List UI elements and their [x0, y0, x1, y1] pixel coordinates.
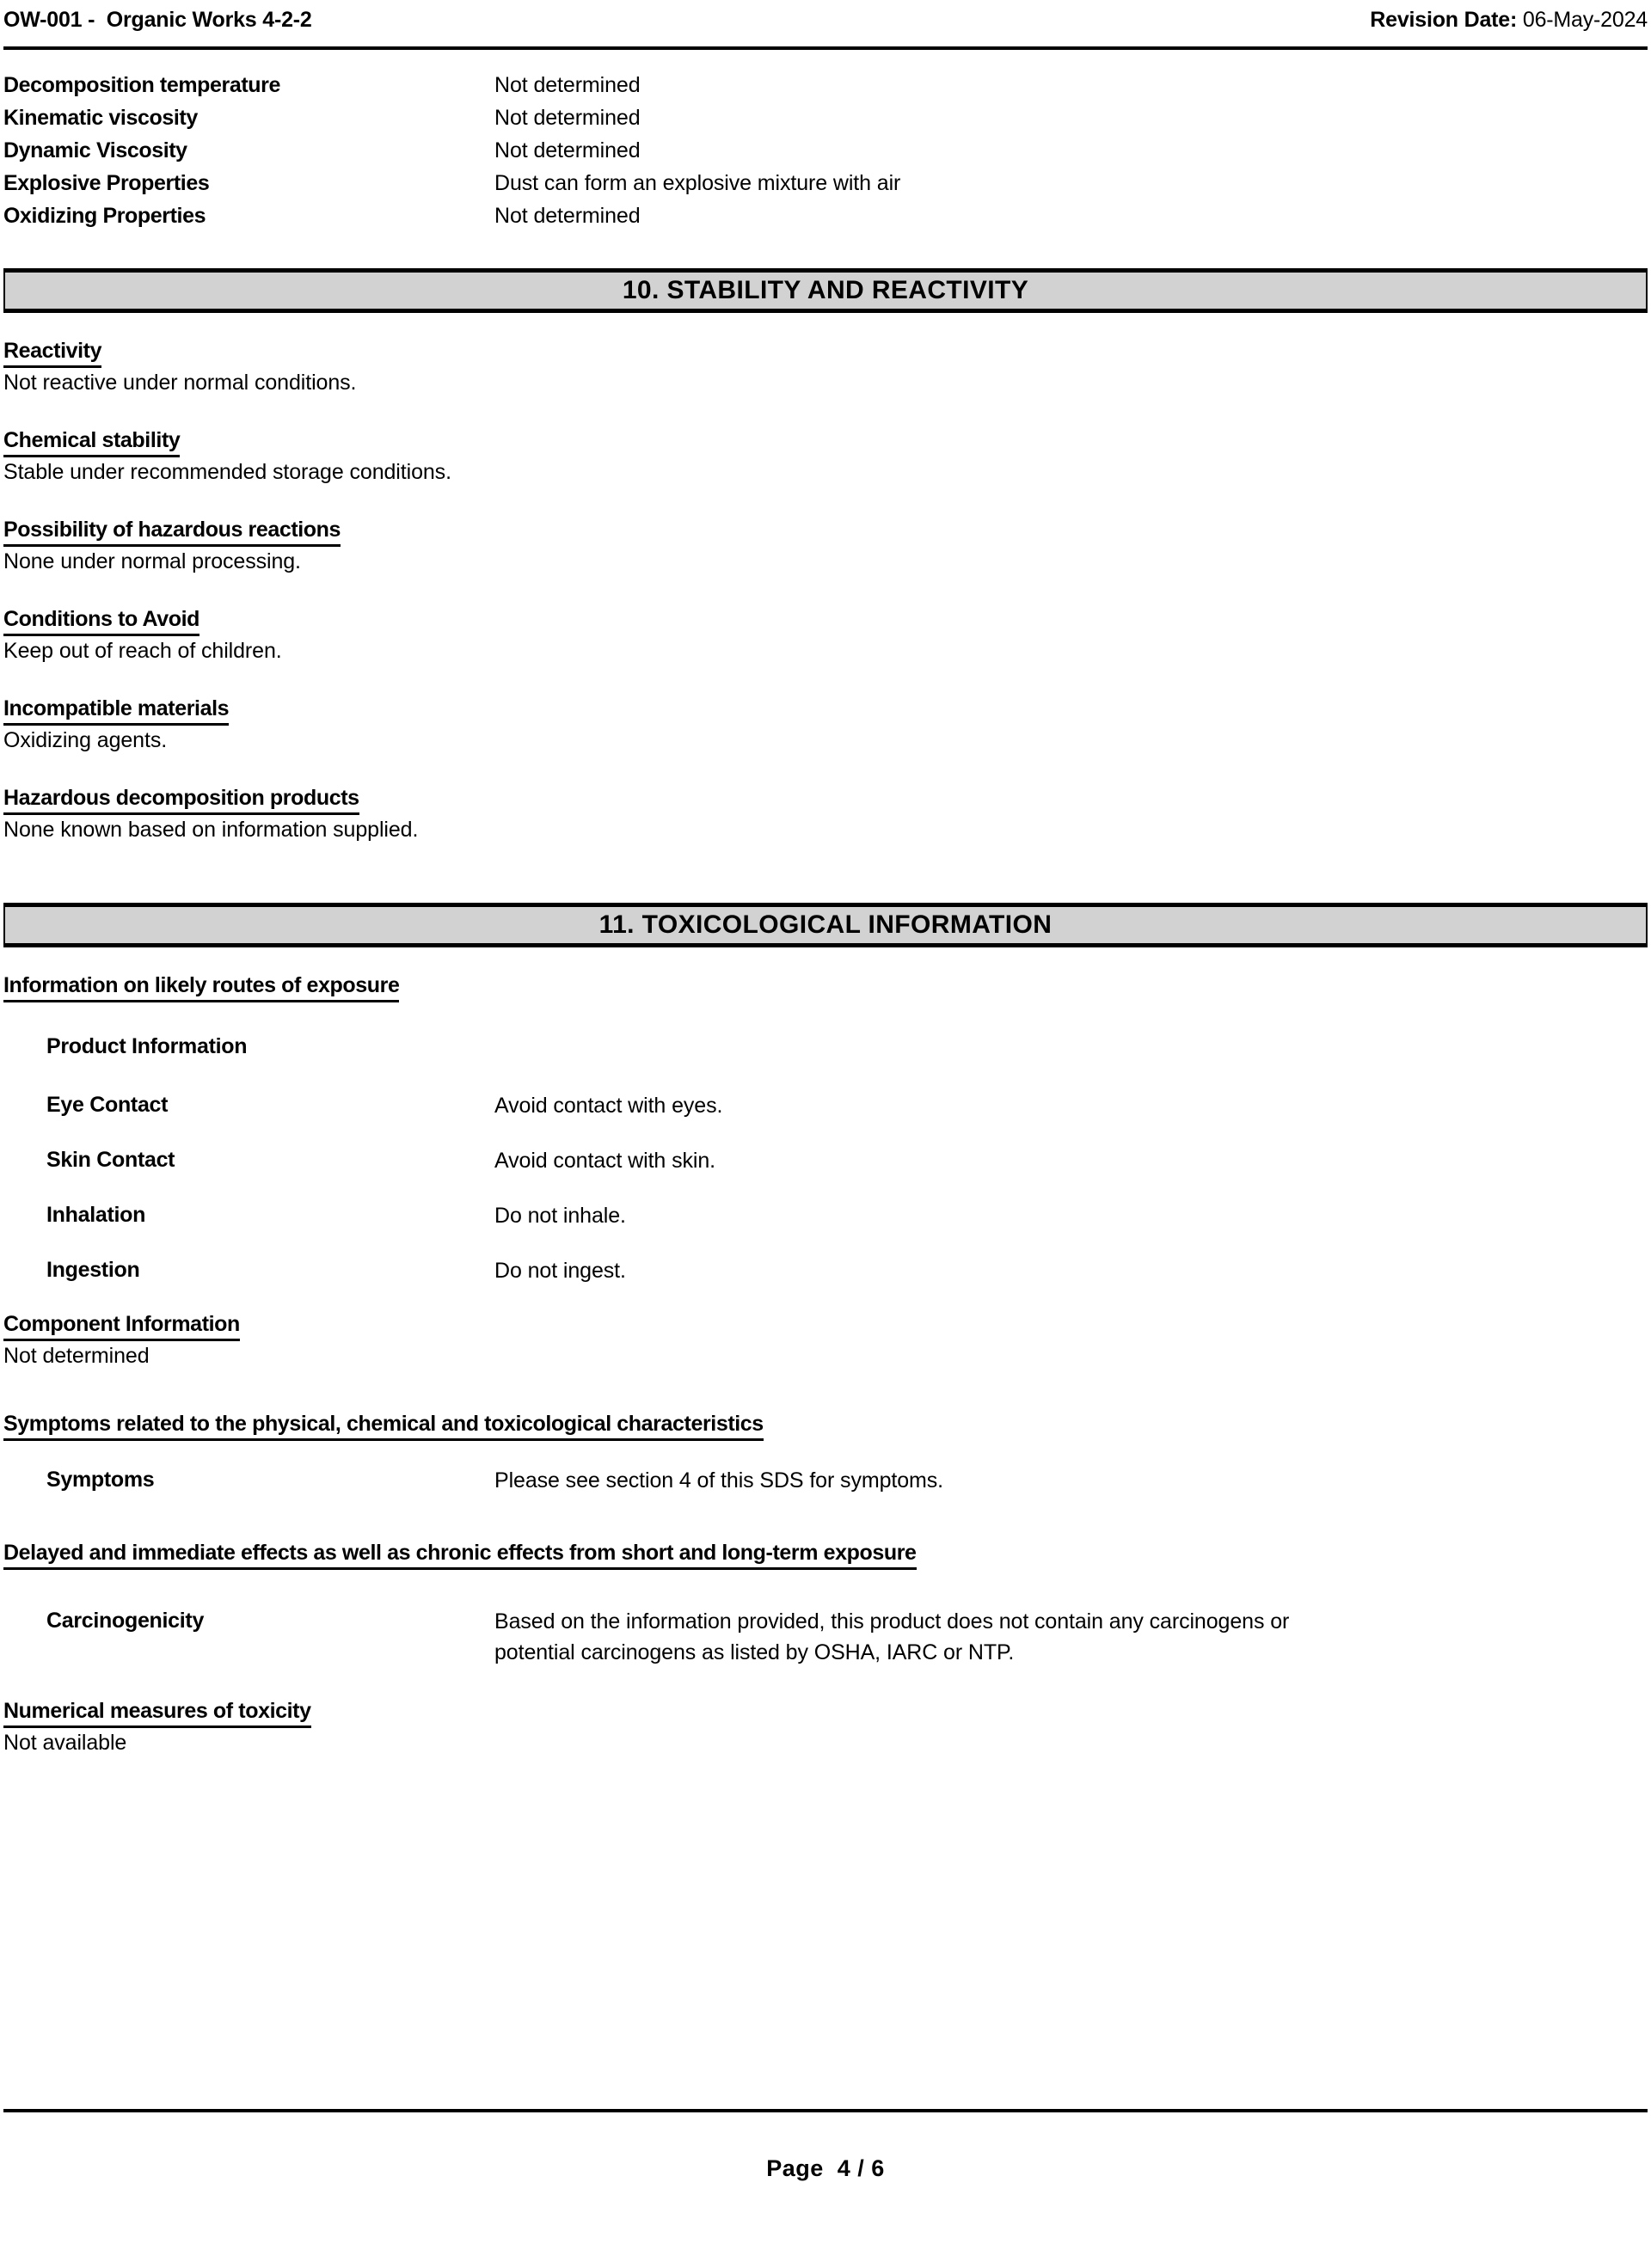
- carcinogenicity-row: Carcinogenicity Based on the information…: [3, 1606, 1648, 1668]
- eye-contact-label: Eye Contact: [46, 1093, 169, 1117]
- hazardous-decomposition-text: None known based on information supplied…: [3, 818, 419, 842]
- property-label: Dynamic Viscosity: [3, 138, 187, 162]
- section-11-header: 11. TOXICOLOGICAL INFORMATION: [3, 903, 1648, 947]
- carcinogenicity-label: Carcinogenicity: [46, 1609, 205, 1633]
- chemical-stability-block: Chemical stability: [3, 426, 1648, 457]
- symptoms-section-heading: Symptoms related to the physical, chemic…: [3, 1410, 764, 1441]
- symptoms-row: Symptoms Please see section 4 of this SD…: [3, 1465, 1648, 1496]
- inhalation-text: Do not inhale.: [494, 1204, 626, 1228]
- hazardous-reactions-text: None under normal processing.: [3, 549, 301, 573]
- carcinogenicity-line-1: Based on the information provided, this …: [494, 1609, 1290, 1634]
- exposure-route-row: Skin Contact Avoid contact with skin.: [3, 1145, 1648, 1176]
- hazardous-decomposition-block: Hazardous decomposition products: [3, 784, 1648, 815]
- property-value: Not determined: [494, 106, 641, 130]
- inhalation-value: Do not inhale.: [494, 1200, 626, 1231]
- revision-date-group: Revision Date: 06-May-2024: [1370, 7, 1648, 33]
- document-header: OW-001 - Organic Works 4-2-2 Revision Da…: [3, 7, 1648, 45]
- numerical-measures-text: Not available: [3, 1731, 127, 1755]
- conditions-to-avoid-heading: Conditions to Avoid: [3, 605, 199, 636]
- chemical-stability-text: Stable under recommended storage conditi…: [3, 460, 451, 484]
- page-body: Decomposition temperature Not determined…: [3, 50, 1648, 1757]
- ingestion-label: Ingestion: [46, 1258, 140, 1282]
- sds-page: OW-001 - Organic Works 4-2-2 Revision Da…: [0, 0, 1651, 2268]
- property-value: Dust can form an explosive mixture with …: [494, 171, 901, 195]
- exposure-route-row: Inhalation Do not inhale.: [3, 1200, 1648, 1231]
- hazardous-decomposition-heading: Hazardous decomposition products: [3, 784, 359, 815]
- routes-of-exposure-block: Information on likely routes of exposure: [3, 972, 1648, 1002]
- incompatible-materials-text: Oxidizing agents.: [3, 728, 168, 752]
- ingestion-text: Do not ingest.: [494, 1259, 626, 1283]
- property-label: Kinematic viscosity: [3, 106, 198, 130]
- symptoms-value: Please see section 4 of this SDS for sym…: [494, 1465, 943, 1496]
- table-row: Explosive Properties Dust can form an ex…: [3, 169, 1648, 201]
- conditions-to-avoid-block: Conditions to Avoid: [3, 605, 1648, 636]
- property-value: Not determined: [494, 204, 641, 228]
- inhalation-label: Inhalation: [46, 1203, 146, 1227]
- reactivity-heading: Reactivity: [3, 337, 102, 368]
- component-information-block: Component Information: [3, 1310, 1648, 1341]
- page-number: Page 4 / 6: [766, 2155, 885, 2181]
- delayed-effects-block: Delayed and immediate effects as well as…: [3, 1539, 1648, 1570]
- numerical-measures-heading: Numerical measures of toxicity: [3, 1697, 311, 1728]
- property-value: Not determined: [494, 138, 641, 162]
- skin-contact-text: Avoid contact with skin.: [494, 1149, 715, 1173]
- carcinogenicity-value: Based on the information provided, this …: [494, 1606, 1289, 1668]
- carcinogenicity-line-2: potential carcinogens as listed by OSHA,…: [494, 1640, 1015, 1664]
- exposure-route-row: Eye Contact Avoid contact with eyes.: [3, 1090, 1648, 1121]
- symptoms-text: Please see section 4 of this SDS for sym…: [494, 1468, 944, 1493]
- incompatible-materials-heading: Incompatible materials: [3, 695, 230, 726]
- component-information-heading: Component Information: [3, 1310, 240, 1341]
- component-information-text: Not determined: [3, 1344, 150, 1368]
- skin-contact-value: Avoid contact with skin.: [494, 1145, 715, 1176]
- product-information-label: Product Information: [46, 1034, 248, 1058]
- delayed-effects-heading: Delayed and immediate effects as well as…: [3, 1539, 917, 1570]
- hazardous-reactions-heading: Possibility of hazardous reactions: [3, 516, 341, 547]
- chemical-stability-heading: Chemical stability: [3, 426, 181, 457]
- document-identifier: OW-001 - Organic Works 4-2-2: [3, 8, 312, 32]
- table-row: Dynamic Viscosity Not determined: [3, 136, 1648, 169]
- section-10-title: 10. STABILITY AND REACTIVITY: [622, 276, 1029, 304]
- table-row: Oxidizing Properties Not determined: [3, 201, 1648, 234]
- hazardous-reactions-block: Possibility of hazardous reactions: [3, 516, 1648, 547]
- reactivity-block: Reactivity: [3, 337, 1648, 368]
- incompatible-materials-block: Incompatible materials: [3, 695, 1648, 726]
- symptoms-section-block: Symptoms related to the physical, chemic…: [3, 1410, 1648, 1441]
- revision-date-value: 06-May-2024: [1522, 8, 1648, 32]
- section-10-header: 10. STABILITY AND REACTIVITY: [3, 268, 1648, 313]
- numerical-measures-block: Numerical measures of toxicity: [3, 1697, 1648, 1728]
- symptoms-label: Symptoms: [46, 1468, 155, 1492]
- eye-contact-value: Avoid contact with eyes.: [494, 1090, 722, 1121]
- exposure-route-row: Ingestion Do not ingest.: [3, 1255, 1648, 1286]
- table-row: Decomposition temperature Not determined: [3, 70, 1648, 103]
- ingestion-value: Do not ingest.: [494, 1255, 626, 1286]
- property-value: Not determined: [494, 73, 641, 97]
- eye-contact-text: Avoid contact with eyes.: [494, 1094, 723, 1118]
- reactivity-text: Not reactive under normal conditions.: [3, 371, 357, 395]
- section-11-title: 11. TOXICOLOGICAL INFORMATION: [598, 910, 1053, 939]
- section-11-body: Information on likely routes of exposure…: [3, 972, 1648, 1757]
- skin-contact-label: Skin Contact: [46, 1148, 175, 1172]
- property-label: Explosive Properties: [3, 171, 210, 195]
- routes-of-exposure-heading: Information on likely routes of exposure: [3, 972, 400, 1002]
- section-10-body: Reactivity Not reactive under normal con…: [3, 337, 1648, 844]
- table-row: Kinematic viscosity Not determined: [3, 103, 1648, 136]
- property-label: Oxidizing Properties: [3, 204, 206, 228]
- physical-properties-list: Decomposition temperature Not determined…: [3, 70, 1648, 234]
- revision-date-label: Revision Date:: [1370, 8, 1518, 32]
- property-label: Decomposition temperature: [3, 73, 281, 97]
- footer-divider: [3, 2109, 1648, 2112]
- conditions-to-avoid-text: Keep out of reach of children.: [3, 639, 282, 663]
